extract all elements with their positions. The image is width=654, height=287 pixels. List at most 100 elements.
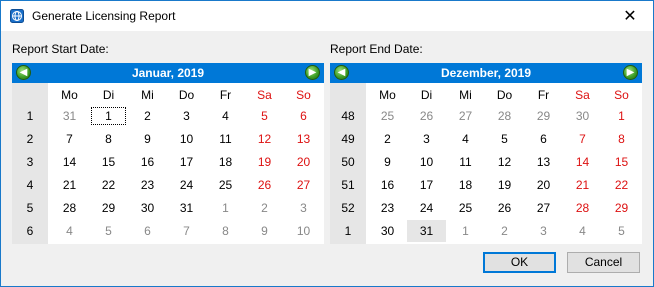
calendar-day[interactable]: 14: [563, 151, 602, 173]
start-date-label: Report Start Date:: [12, 42, 109, 56]
calendar-day[interactable]: 12: [245, 128, 284, 150]
calendar-day[interactable]: 1: [89, 105, 128, 127]
calendar-day[interactable]: 25: [368, 105, 407, 127]
calendar-day[interactable]: 21: [50, 174, 89, 196]
ok-button[interactable]: OK: [483, 252, 556, 273]
calendar-day[interactable]: 11: [206, 128, 245, 150]
close-button[interactable]: ✕: [607, 1, 653, 31]
calendar-day[interactable]: 22: [602, 174, 641, 196]
calendar-day[interactable]: 17: [167, 151, 206, 173]
calendar-day[interactable]: 7: [563, 128, 602, 150]
calendar-day[interactable]: 18: [206, 151, 245, 173]
calendar-day[interactable]: 13: [284, 128, 323, 150]
calendar-day[interactable]: 9: [245, 220, 284, 242]
calendar-day[interactable]: 28: [50, 197, 89, 219]
calendar-day[interactable]: 15: [89, 151, 128, 173]
calendar-day[interactable]: 2: [128, 105, 167, 127]
calendar-day[interactable]: 17: [407, 174, 446, 196]
calendar-day[interactable]: 16: [368, 174, 407, 196]
next-month-arrow-icon[interactable]: ▶: [305, 65, 320, 80]
cancel-button[interactable]: Cancel: [567, 252, 640, 273]
calendar-day[interactable]: 13: [524, 151, 563, 173]
calendar-day[interactable]: 8: [602, 128, 641, 150]
calendar-day[interactable]: 5: [602, 220, 641, 242]
calendar-day[interactable]: 26: [407, 105, 446, 127]
next-month-arrow-icon[interactable]: ▶: [623, 65, 638, 80]
calendar-day[interactable]: 3: [167, 105, 206, 127]
calendar-day[interactable]: 5: [485, 128, 524, 150]
calendar-day[interactable]: 6: [284, 105, 323, 127]
calendar-day[interactable]: 2: [485, 220, 524, 242]
start-month[interactable]: Januar: [132, 66, 171, 80]
calendar-day[interactable]: 4: [563, 220, 602, 242]
calendar-day[interactable]: 28: [485, 105, 524, 127]
week-number: 1: [26, 109, 34, 123]
prev-month-arrow-icon[interactable]: ◀: [16, 65, 31, 80]
calendar-day[interactable]: 27: [446, 105, 485, 127]
calendar-day[interactable]: 24: [167, 174, 206, 196]
calendar-day[interactable]: 2: [368, 128, 407, 150]
end-year[interactable]: 2019: [504, 66, 531, 80]
calendar-day[interactable]: 25: [446, 197, 485, 219]
calendar-day[interactable]: 5: [89, 220, 128, 242]
calendar-day[interactable]: 26: [245, 174, 284, 196]
calendar-day[interactable]: 7: [50, 128, 89, 150]
calendar-day[interactable]: 10: [407, 151, 446, 173]
calendar-day[interactable]: 12: [485, 151, 524, 173]
calendar-day[interactable]: 24: [407, 197, 446, 219]
calendar-day[interactable]: 31: [50, 105, 89, 127]
calendar-day[interactable]: 31: [167, 197, 206, 219]
calendar-day[interactable]: 18: [446, 174, 485, 196]
calendar-day[interactable]: 1: [446, 220, 485, 242]
calendar-day[interactable]: 23: [368, 197, 407, 219]
calendar-day[interactable]: 30: [563, 105, 602, 127]
calendar-day[interactable]: 30: [368, 220, 407, 242]
end-month[interactable]: Dezember: [441, 66, 498, 80]
title-bar[interactable]: Generate Licensing Report ✕: [1, 1, 653, 31]
calendar-day[interactable]: 23: [128, 174, 167, 196]
calendar-day[interactable]: 28: [563, 197, 602, 219]
calendar-day[interactable]: 21: [563, 174, 602, 196]
calendar-day[interactable]: 6: [524, 128, 563, 150]
calendar-day[interactable]: 9: [128, 128, 167, 150]
calendar-day[interactable]: 20: [284, 151, 323, 173]
calendar-day[interactable]: 11: [446, 151, 485, 173]
weekday-header: So: [296, 88, 311, 102]
calendar-day[interactable]: 27: [284, 174, 323, 196]
calendar-day[interactable]: 3: [524, 220, 563, 242]
calendar-day[interactable]: 2: [245, 197, 284, 219]
start-year[interactable]: 2019: [177, 66, 204, 80]
calendar-day[interactable]: 9: [368, 151, 407, 173]
calendar-day[interactable]: 29: [524, 105, 563, 127]
calendar-day[interactable]: 4: [446, 128, 485, 150]
calendar-day[interactable]: 29: [602, 197, 641, 219]
prev-month-arrow-icon[interactable]: ◀: [334, 65, 349, 80]
calendar-day[interactable]: 19: [485, 174, 524, 196]
calendar-day[interactable]: 4: [206, 105, 245, 127]
calendar-day[interactable]: 8: [206, 220, 245, 242]
calendar-day[interactable]: 30: [128, 197, 167, 219]
calendar-day[interactable]: 29: [89, 197, 128, 219]
calendar-day[interactable]: 27: [524, 197, 563, 219]
calendar-day[interactable]: 8: [89, 128, 128, 150]
calendar-day[interactable]: 31: [407, 220, 446, 242]
calendar-day[interactable]: 25: [206, 174, 245, 196]
week-number: 2: [26, 132, 34, 146]
calendar-day[interactable]: 10: [167, 128, 206, 150]
calendar-day[interactable]: 22: [89, 174, 128, 196]
calendar-day[interactable]: 14: [50, 151, 89, 173]
calendar-day[interactable]: 26: [485, 197, 524, 219]
calendar-day[interactable]: 5: [245, 105, 284, 127]
calendar-day[interactable]: 4: [50, 220, 89, 242]
calendar-day[interactable]: 20: [524, 174, 563, 196]
calendar-day[interactable]: 1: [602, 105, 641, 127]
calendar-day[interactable]: 3: [407, 128, 446, 150]
calendar-day[interactable]: 16: [128, 151, 167, 173]
calendar-day[interactable]: 15: [602, 151, 641, 173]
calendar-day[interactable]: 10: [284, 220, 323, 242]
calendar-day[interactable]: 6: [128, 220, 167, 242]
calendar-day[interactable]: 1: [206, 197, 245, 219]
calendar-day[interactable]: 3: [284, 197, 323, 219]
calendar-day[interactable]: 19: [245, 151, 284, 173]
calendar-day[interactable]: 7: [167, 220, 206, 242]
